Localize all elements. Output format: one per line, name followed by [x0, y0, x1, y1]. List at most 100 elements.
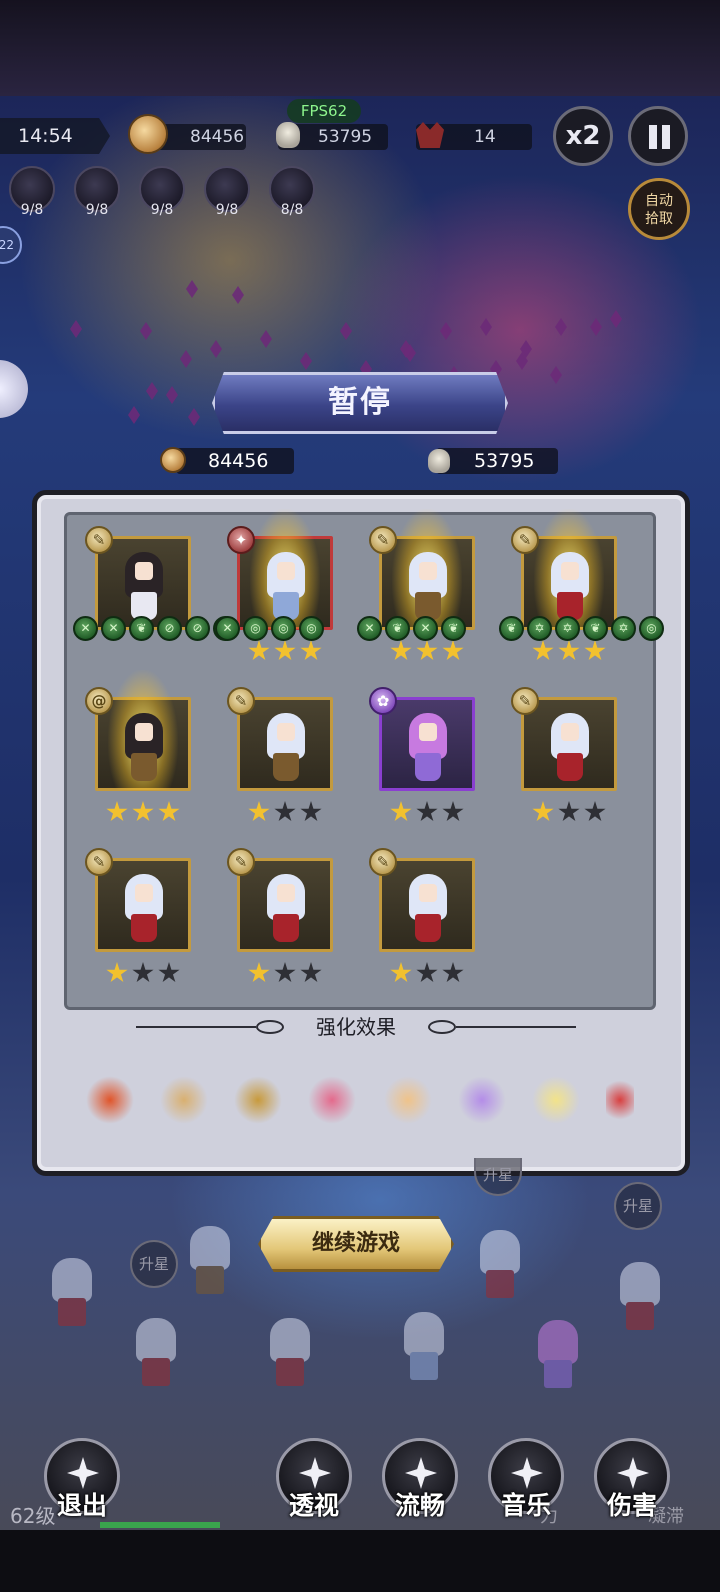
purple-gem [590, 318, 602, 336]
wind-element-icon: ✎ [85, 526, 113, 554]
panel-kill-counter: 53795 [436, 448, 558, 474]
hero-card[interactable]: ✎ [511, 687, 617, 822]
equipment-icon: ✡ [527, 616, 552, 641]
wind-element-icon: ✎ [85, 848, 113, 876]
star-empty-icon [274, 962, 296, 983]
equipment-icon: ◎ [639, 616, 664, 641]
swirl-ornament-right-icon [428, 1020, 456, 1034]
divider-left [136, 1026, 256, 1028]
crescent-slash-icon[interactable] [532, 1076, 580, 1124]
skull-icon [276, 122, 300, 148]
skill-level: 9/8 [150, 202, 174, 218]
purple-gem [186, 280, 198, 298]
star-empty-icon [300, 962, 322, 983]
wave-count: 14 [474, 127, 496, 147]
purple-gem [440, 322, 452, 340]
star-empty-icon [416, 801, 438, 822]
purple-gem [550, 366, 562, 384]
hero-sprite [125, 552, 163, 620]
bar-chart-icon [617, 1457, 649, 1489]
star-empty-icon [274, 801, 296, 822]
continue-button-label[interactable]: 继续游戏 [258, 1216, 454, 1272]
star-rating [245, 801, 325, 827]
panel-coin-counter: 84456 [176, 448, 294, 474]
purple-gem [128, 406, 140, 424]
star-rating [245, 962, 325, 988]
hero-sprite [409, 552, 447, 620]
purple-gem [300, 352, 312, 370]
pause-button[interactable] [628, 106, 688, 166]
side-star-button[interactable] [0, 360, 28, 418]
hero-card[interactable]: ✎ [227, 848, 333, 983]
swirl-ornament-left-icon [256, 1020, 284, 1034]
field-hero [50, 1258, 94, 1328]
divider-right [456, 1026, 576, 1028]
equipment-icon: ✕ [215, 616, 240, 641]
field-hero [402, 1312, 446, 1382]
panel-kill-count: 53795 [474, 450, 535, 472]
muscle-aura-icon[interactable] [384, 1076, 432, 1124]
star-filled-icon [300, 640, 322, 661]
flame-spear-icon[interactable] [86, 1076, 134, 1124]
panel-coin-icon [160, 447, 186, 473]
xp-bar [100, 1522, 220, 1528]
menu-label: 退出 [56, 1491, 107, 1520]
purple-gem [180, 350, 192, 368]
hero-card[interactable]: ✦ ✕ ◎ ◎ ◎ [215, 509, 333, 661]
swirl-element-icon: @ [85, 687, 113, 715]
field-hero [536, 1320, 580, 1390]
hero-card[interactable]: ✎ [85, 848, 191, 983]
equipment-icon: ⊘ [157, 616, 182, 641]
hero-card[interactable]: ✎ ❦ ✡ ✡ ❦ ✡ ◎ [499, 509, 664, 661]
equipment-icon: ✕ [73, 616, 98, 641]
upgrade-star-button[interactable]: 升星 [130, 1240, 178, 1288]
hero-card[interactable]: ✿ [369, 687, 475, 822]
upgrade-star-button[interactable]: 升星 [614, 1182, 662, 1230]
game-screen: FPS62 14:54 84456 53795 14 x2 9/8 9/8 9/8 9… [0, 0, 720, 1592]
star-empty-icon [442, 962, 464, 983]
menu-label: 音乐 [500, 1491, 551, 1520]
star-filled-icon [248, 962, 270, 983]
hero-card[interactable]: @ [85, 670, 191, 822]
hero-card[interactable]: ✎ [227, 687, 333, 822]
speaker-icon [511, 1457, 543, 1489]
hero-card[interactable]: ✎✕✕❦⊘⊘❦ [73, 526, 238, 641]
skill-level: 9/8 [20, 202, 44, 218]
field-hero [268, 1318, 312, 1388]
hero-sprite [125, 874, 163, 942]
hero-card[interactable]: ✎ ✕ ❦ ✕ ❦ [357, 509, 475, 661]
scroll-icon[interactable] [606, 1076, 634, 1124]
side-badge[interactable]: 22 [0, 226, 22, 264]
auto-pickup-button[interactable]: 自动 拾取 [628, 178, 690, 240]
hero-sprite [551, 713, 589, 781]
bottom-status-area [0, 1530, 720, 1592]
star-filled-icon [532, 801, 554, 822]
purple-gem [555, 318, 567, 336]
hourglass-icon[interactable] [160, 1076, 208, 1124]
spellbook-icon[interactable] [234, 1076, 282, 1124]
skill-level: 9/8 [215, 202, 239, 218]
equipment-icon: ◎ [299, 616, 324, 641]
star-rating [245, 640, 325, 666]
hero-card[interactable]: ✎ [369, 848, 475, 983]
panel-skull-icon [428, 449, 450, 473]
purple-gem [188, 408, 200, 426]
mushroom-burst-icon[interactable] [308, 1076, 356, 1124]
vortex-icon [299, 1457, 331, 1489]
equipment-icon: ◎ [271, 616, 296, 641]
purple-gem [210, 340, 222, 358]
star-rating [103, 962, 183, 988]
speed-button[interactable]: x2 [553, 106, 613, 166]
enhance-effects-title: 强化效果 [316, 1015, 396, 1039]
upgrade-star-button[interactable]: 升星 [474, 1158, 522, 1196]
star-empty-icon [442, 801, 464, 822]
equipment-icon: ◎ [243, 616, 268, 641]
star-rating [387, 640, 467, 666]
star-empty-icon [584, 801, 606, 822]
purple-gem [340, 322, 352, 340]
equipment-icon: ❦ [129, 616, 154, 641]
hero-sprite [267, 874, 305, 942]
crystal-tower-icon[interactable] [458, 1076, 506, 1124]
fire-element-icon: ✦ [227, 526, 255, 554]
star-filled-icon [416, 640, 438, 661]
